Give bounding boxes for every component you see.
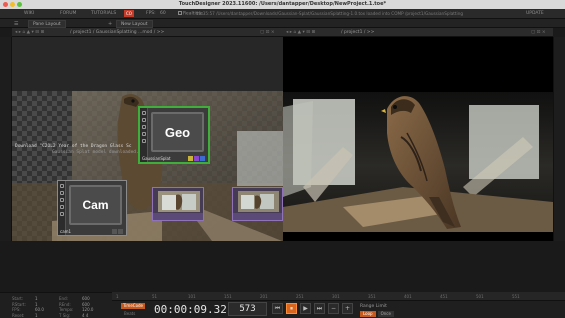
gaussian-splat-render xyxy=(283,37,553,241)
render-flag-icon[interactable] xyxy=(188,156,193,161)
node-viewer: Cam xyxy=(69,185,122,225)
timecode-display[interactable]: 00:00:09.32 xyxy=(154,303,227,316)
node-thumbnail xyxy=(158,191,200,212)
node-flags[interactable] xyxy=(112,229,123,234)
ruler-tick: 251 xyxy=(296,294,304,299)
top-node-1[interactable] xyxy=(152,187,204,221)
reset-field[interactable]: 1 xyxy=(35,313,53,318)
timeline-settings: Start: 1 End: 600 RStart: 1 REnd: 600 FPS: 60.0… xyxy=(12,296,100,318)
step-forward-button[interactable]: ⏭ xyxy=(314,303,325,314)
ruler-tick: 351 xyxy=(368,294,376,299)
viewer-pane[interactable] xyxy=(283,37,553,241)
ruler-tick: 501 xyxy=(476,294,484,299)
status-message: 11:35:57 /Users/dantapper/Downloads/Gaus… xyxy=(196,11,464,16)
update-button[interactable]: UPDATE xyxy=(526,11,544,16)
top-node-2[interactable] xyxy=(232,187,283,221)
ruler-tick: 201 xyxy=(260,294,268,299)
left-path-bar: ◂ ▸ ⌂ ▲ ▾ ⊟ ⊞ / project1 / GaussianSplat… xyxy=(12,28,283,37)
pane-options-icons[interactable]: ▢ ⊡ × xyxy=(531,30,546,35)
flag-icon[interactable] xyxy=(118,229,123,234)
menu-forum[interactable]: FORUM xyxy=(60,11,76,16)
node-viewer: Geo xyxy=(151,112,204,152)
left-network-path[interactable]: / project1 / GaussianSplatting ...mod / … xyxy=(70,30,164,35)
loop-button[interactable]: Loop xyxy=(360,311,376,317)
beats-mode-button[interactable]: Beats xyxy=(124,311,135,316)
current-frame-field[interactable]: 573 xyxy=(228,302,267,316)
step-back-button[interactable]: − xyxy=(328,303,339,314)
add-layout-icon[interactable]: + xyxy=(108,21,112,27)
ruler-tick: 301 xyxy=(332,294,340,299)
window-title: TouchDesigner 2023.11600: /Users/dantapp… xyxy=(178,1,387,7)
node-thumbnail xyxy=(238,191,279,212)
nav-icons[interactable]: ◂ ▸ ⌂ ▲ ▾ ⊟ ⊞ xyxy=(286,30,315,35)
node-strip xyxy=(153,213,203,220)
left-side-strip xyxy=(0,37,12,241)
menu-tutorials[interactable]: TUTORIALS xyxy=(91,11,116,16)
right-path-bar: ◂ ▸ ⌂ ▲ ▾ ⊟ ⊞ / project1 / >> ▢ ⊡ × xyxy=(283,28,553,37)
ruler-tick: 151 xyxy=(224,294,232,299)
timeline-ruler[interactable]: 1 51 101 151 201 251 301 351 401 451 501… xyxy=(112,292,565,301)
stat-label: Reset: xyxy=(12,312,25,318)
cam-node-title: Cam xyxy=(82,198,109,212)
ruler-tick: 101 xyxy=(188,294,196,299)
viewer-flag-icon[interactable] xyxy=(200,156,205,161)
tab-pane-layout[interactable]: Pane Layout xyxy=(28,20,66,28)
ruler-tick: 551 xyxy=(512,294,520,299)
geo-node-label[interactable]: GaussianSplat xyxy=(142,156,171,161)
ruler-tick: 51 xyxy=(152,294,158,299)
node-sidebar xyxy=(140,108,148,162)
fps-label: FPS: xyxy=(146,11,156,16)
node-strip xyxy=(233,213,282,220)
pause-button[interactable]: ⏸ xyxy=(286,303,297,314)
once-button[interactable]: Once xyxy=(377,311,394,317)
pane-options-icons[interactable]: ▢ ⊡ × xyxy=(260,30,275,35)
transport-controls: ⏮ ⏸ ▶ ⏭ − + xyxy=(272,303,353,314)
node-sidebar xyxy=(58,181,66,235)
app-window: TouchDesigner 2023.11600: /Users/dantapp… xyxy=(0,0,565,318)
title-bar: TouchDesigner 2023.11600: /Users/dantapp… xyxy=(0,0,565,9)
cam-node[interactable]: Cam cam1 xyxy=(57,180,127,236)
geo-node-title: Geo xyxy=(164,124,191,140)
range-limit-label: Range Limit xyxy=(360,304,387,309)
nav-icons[interactable]: ◂ ▸ ⌂ ▲ ▾ ⊟ ⊞ xyxy=(15,30,44,35)
rewind-button[interactable]: ⏮ xyxy=(272,303,283,314)
tab-new-layout[interactable]: New Layout xyxy=(116,20,153,28)
fps-value: 60 xyxy=(160,11,166,16)
step-ahead-button[interactable]: + xyxy=(342,303,353,314)
geo-node[interactable]: Geo GaussianSplat xyxy=(138,106,210,164)
flag-icon[interactable] xyxy=(112,229,117,234)
console-line-1: Download "C2OL2 Year of the Dragon Glass… xyxy=(15,144,132,149)
right-network-path[interactable]: / project1 / >> xyxy=(341,30,374,35)
cam-node-label[interactable]: cam1 xyxy=(60,229,71,234)
fps-badge[interactable]: CO xyxy=(124,10,134,17)
top-bar: WIKI FORUM TUTORIALS CO FPS: 60 Realtime… xyxy=(0,9,565,19)
checkbox-icon xyxy=(178,11,182,15)
play-button[interactable]: ▶ xyxy=(300,303,311,314)
pane-icon[interactable]: ☰ xyxy=(14,21,18,27)
stat-label: T Sig: xyxy=(59,312,71,318)
node-flags[interactable] xyxy=(188,156,205,161)
console-line-2: Gaussian Splat model downloaded... xyxy=(52,150,145,155)
ruler-tick: 451 xyxy=(440,294,448,299)
display-flag-icon[interactable] xyxy=(194,156,199,161)
right-side-strip xyxy=(553,37,565,241)
network-editor-pane[interactable]: Download "C2OL2 Year of the Dragon Glass… xyxy=(12,37,283,241)
timecode-mode-button[interactable]: TimeCode xyxy=(121,303,145,309)
pane-tabs: ☰ Pane Layout + New Layout xyxy=(0,19,565,28)
tsig-field[interactable]: 4 4 xyxy=(82,313,100,318)
ruler-tick: 1 xyxy=(116,294,119,299)
ruler-tick: 401 xyxy=(404,294,412,299)
range-limit-toggle: Loop Once xyxy=(360,311,394,317)
menu-wiki[interactable]: WIKI xyxy=(24,11,34,16)
